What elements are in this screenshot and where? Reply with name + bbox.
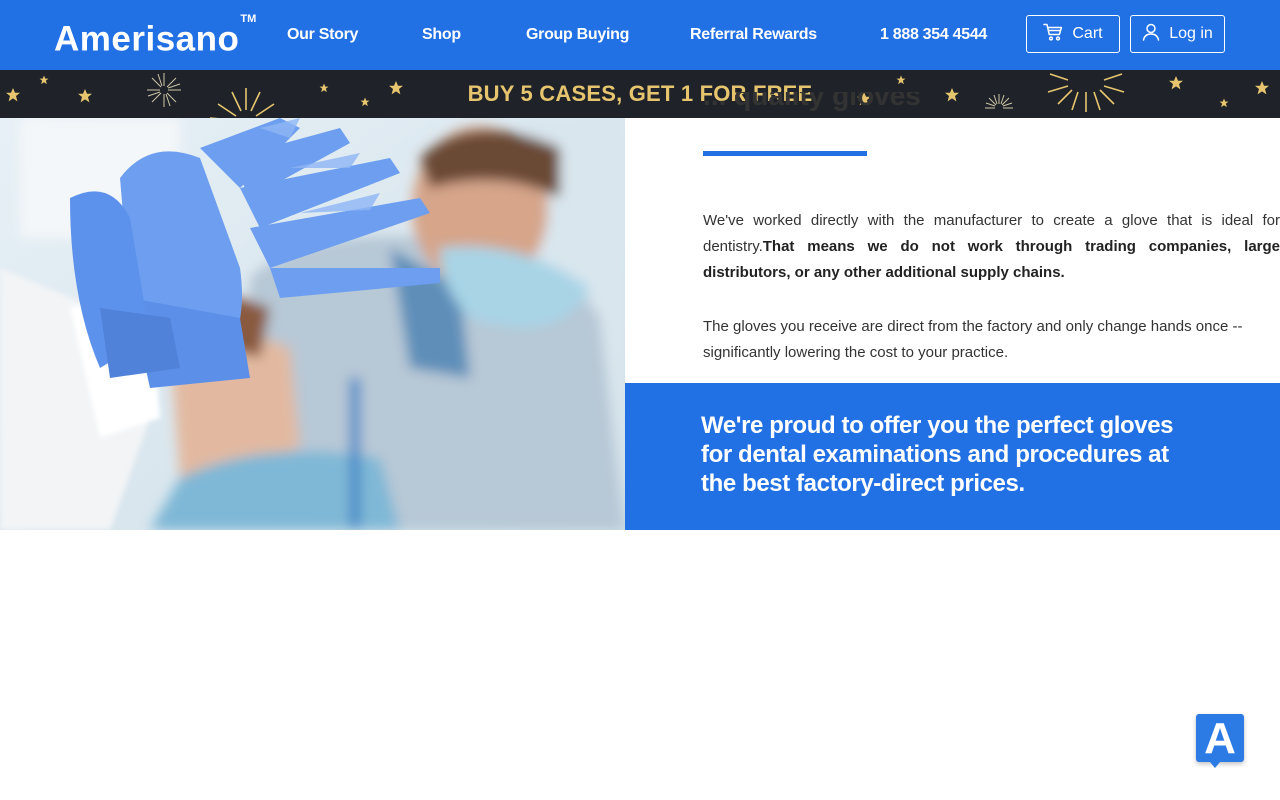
promo-banner[interactable]: BUY 5 CASES, GET 1 FOR FREE [0,70,1280,118]
nav-phone-number[interactable]: 1 888 354 4544 [880,24,987,46]
cart-label: Cart [1072,25,1103,42]
cart-icon [1043,23,1063,46]
promo-text: BUY 5 CASES, GET 1 FOR FREE [467,81,813,106]
trademark-mark: TM [240,13,257,25]
login-button[interactable]: Log in [1130,15,1225,53]
accessibility-widget-icon[interactable]: A [1196,714,1244,768]
cart-button[interactable]: Cart [1026,15,1120,53]
login-label: Log in [1169,25,1213,42]
widget-letter: A [1204,714,1236,763]
brand-name: Amerisano [54,19,240,59]
nav-group-buying[interactable]: Group Buying [526,24,629,46]
user-icon [1142,23,1160,46]
nav-our-story[interactable]: Our Story [287,24,358,46]
brand-logo[interactable]: AmerisanoTM [54,13,257,61]
nav-referral-rewards[interactable]: Referral Rewards [690,24,817,46]
section-heading: ... quality gloves [703,92,921,111]
heading-accent-rule [703,151,867,156]
nav-shop[interactable]: Shop [422,24,461,46]
section-heading-clipped: ... quality gloves [703,92,1003,118]
intro-bold-text: That means we do not work through tradin… [703,238,1280,281]
intro-paragraph: We've worked directly with the manufactu… [703,208,1280,286]
dentist-gloves-photo [0,118,625,530]
tagline-panel: We're proud to offer you the perfect glo… [625,383,1280,530]
site-header: AmerisanoTM Our Story Shop Group Buying … [0,0,1280,70]
factory-direct-paragraph: The gloves you receive are direct from t… [703,318,1243,361]
tagline-text: We're proud to offer you the perfect glo… [701,412,1174,497]
